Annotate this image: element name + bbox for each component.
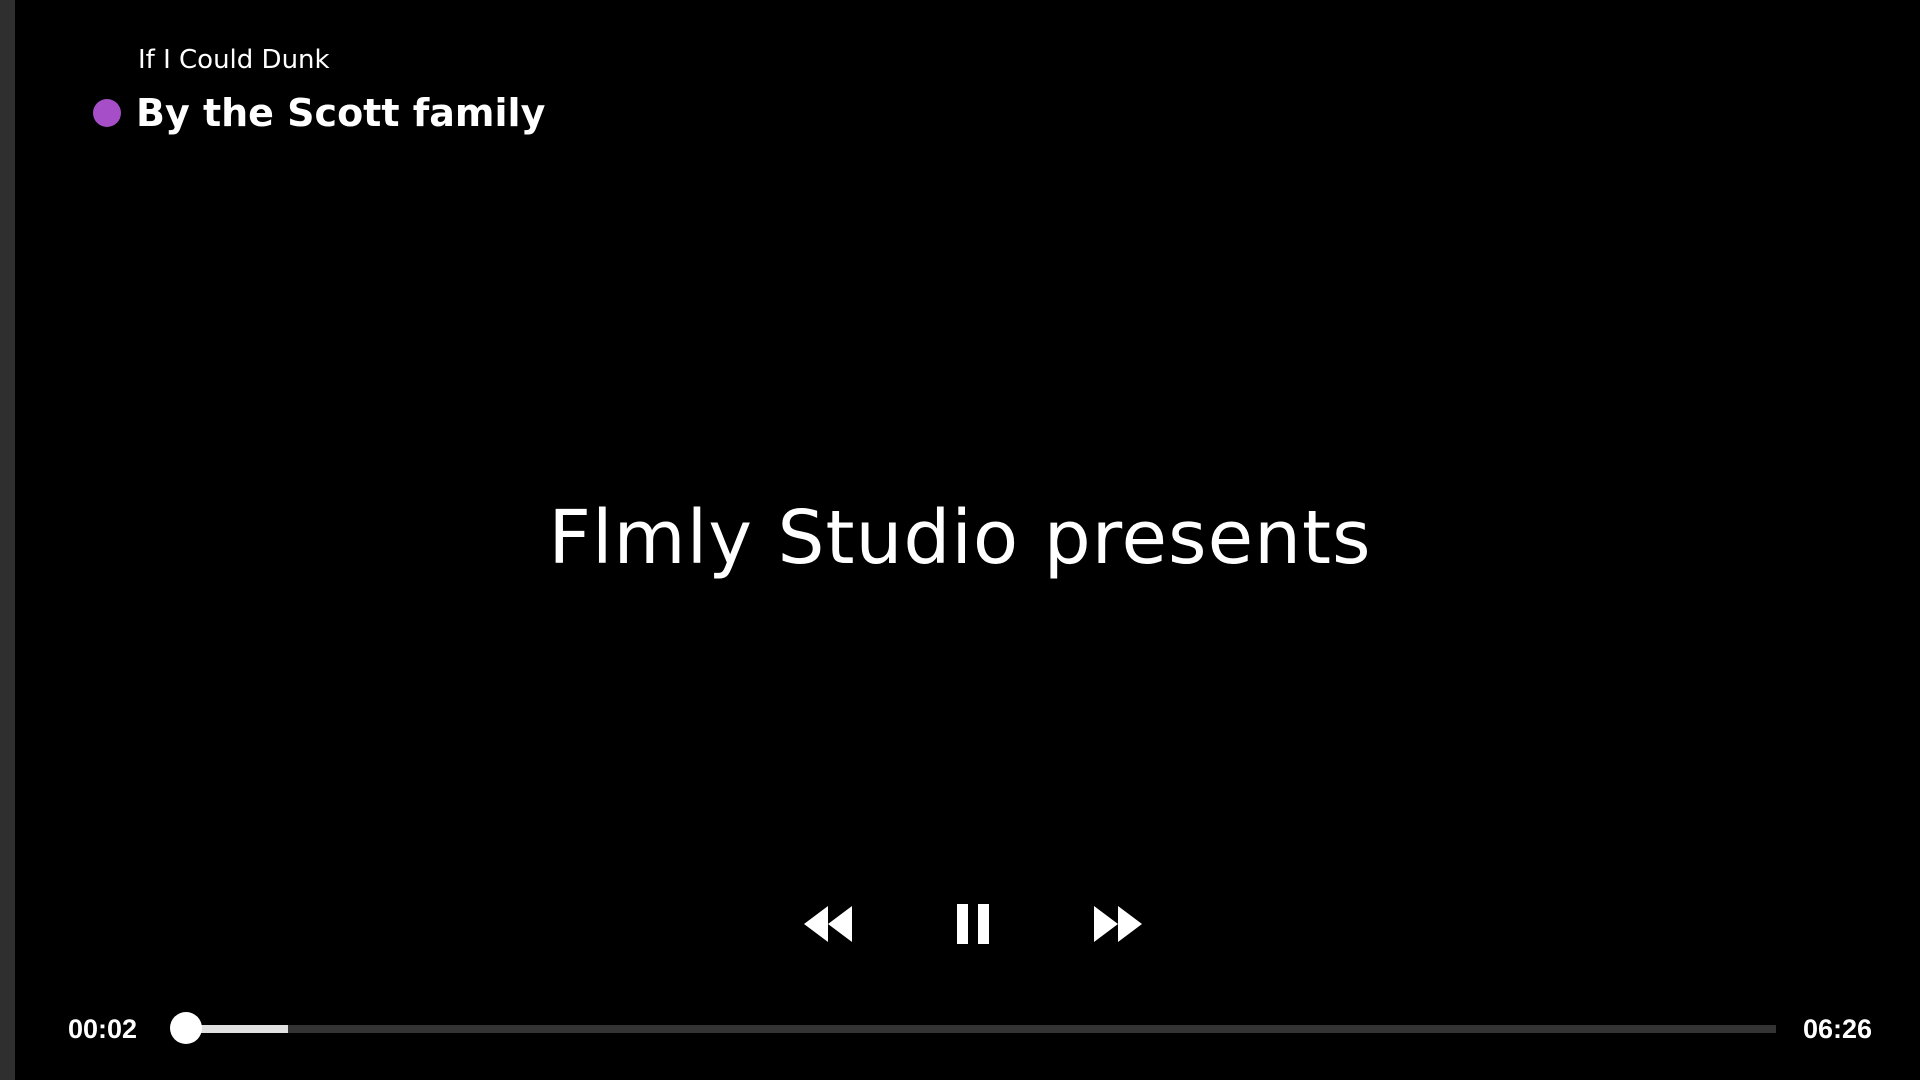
video-player[interactable]: If I Could Dunk By the Scott family Flml… (0, 0, 1920, 1080)
total-duration: 06:26 (1802, 1014, 1872, 1044)
episode-title: If I Could Dunk (138, 45, 330, 75)
seek-handle[interactable] (170, 1012, 203, 1044)
seek-track (178, 1025, 1776, 1033)
fast-forward-button[interactable] (1084, 894, 1148, 954)
rewind-button[interactable] (798, 894, 862, 954)
pause-icon (957, 904, 989, 944)
pause-button[interactable] (941, 894, 1005, 954)
seek-bar[interactable] (170, 1012, 1776, 1046)
video-frame-text: Flmly Studio presents (548, 495, 1372, 581)
status-dot (93, 99, 121, 127)
current-time: 00:02 (68, 1014, 138, 1044)
playback-controls (0, 894, 1920, 954)
fast-forward-icon (1094, 906, 1142, 942)
rewind-icon (804, 906, 852, 942)
show-title: By the Scott family (136, 91, 546, 135)
